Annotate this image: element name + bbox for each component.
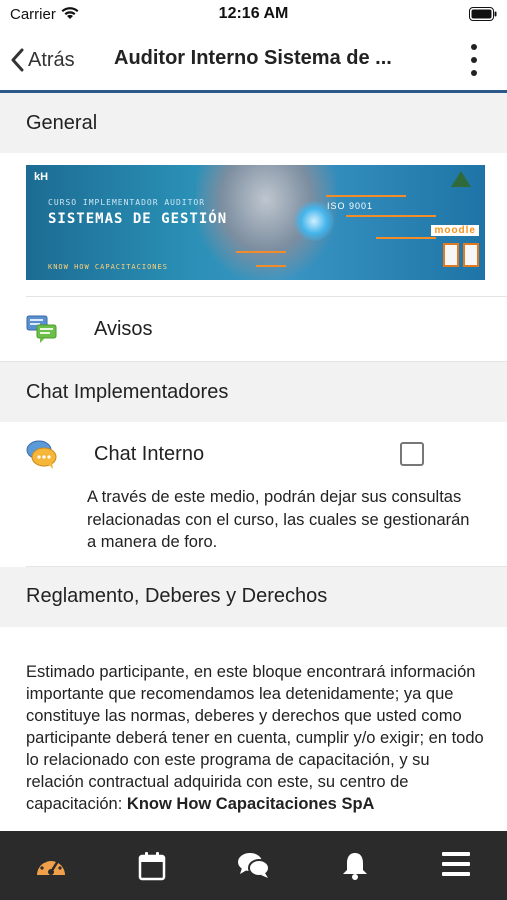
tab-messages[interactable] xyxy=(203,831,304,900)
tab-notifications[interactable] xyxy=(304,831,405,900)
battery-icon xyxy=(469,7,497,21)
section-summary: Estimado participante, en este bloque en… xyxy=(26,662,484,813)
banner-partner-logo xyxy=(451,171,471,187)
banner-iso-label: ISO 9001 xyxy=(326,201,373,211)
banner-badge xyxy=(443,243,459,267)
back-label: Atrás xyxy=(28,48,75,71)
bell-icon xyxy=(342,853,367,880)
navigation-bar: Atrás Auditor Interno Sistema de ... xyxy=(0,30,507,90)
banner-logo-text: kH xyxy=(34,171,49,183)
activity-avisos[interactable]: Avisos xyxy=(0,297,507,361)
more-dots-icon xyxy=(471,44,477,50)
activity-label: Avisos xyxy=(94,317,153,340)
clock: 12:16 AM xyxy=(218,5,289,22)
back-button[interactable]: Atrás xyxy=(10,43,75,77)
course-banner-container: kH CURSO IMPLEMENTADOR AUDITOR SISTEMAS … xyxy=(0,153,507,296)
chat-bubble-icon xyxy=(26,440,57,469)
activity-label: Chat Interno xyxy=(94,442,205,465)
status-bar: Carrier 12:16 AM xyxy=(0,0,507,30)
page-title: Auditor Interno Sistema de ... xyxy=(114,47,392,69)
chevron-left-icon xyxy=(11,48,24,72)
more-options-button[interactable] xyxy=(467,44,481,76)
section-header-chat: Chat Implementadores xyxy=(0,362,507,422)
course-content[interactable]: General kH CURSO IMPLEMENTADOR AUDITOR S… xyxy=(0,93,507,831)
organization-name: Know How Capacitaciones SpA xyxy=(126,794,375,813)
activity-chat-interno[interactable]: Chat Interno xyxy=(0,422,507,486)
section-header-general: General xyxy=(0,93,507,153)
chat-bubbles-icon xyxy=(237,853,270,878)
banner-title: SISTEMAS DE GESTIÓN xyxy=(48,211,228,227)
speedometer-icon xyxy=(36,856,65,875)
banner-brand: KNOW HOW CAPACITACIONES xyxy=(48,263,168,271)
forum-icon xyxy=(26,315,57,343)
bottom-tab-bar xyxy=(0,831,507,900)
tab-menu[interactable] xyxy=(406,831,507,900)
banner-subtitle: CURSO IMPLEMENTADOR AUDITOR xyxy=(48,198,206,207)
banner-moodle-label: moodle xyxy=(431,225,479,236)
tab-calendar[interactable] xyxy=(101,831,202,900)
hamburger-menu-icon xyxy=(442,852,471,876)
section-header-reglamento: Reglamento, Deberes y Derechos xyxy=(0,566,507,627)
activity-description: A través de este medio, podrán dejar sus… xyxy=(87,488,470,551)
course-banner-image: kH CURSO IMPLEMENTADOR AUDITOR SISTEMAS … xyxy=(26,165,485,280)
calendar-icon xyxy=(138,852,166,881)
banner-badge xyxy=(463,243,479,267)
completion-checkbox[interactable] xyxy=(400,442,424,466)
tab-dashboard[interactable] xyxy=(0,831,101,900)
